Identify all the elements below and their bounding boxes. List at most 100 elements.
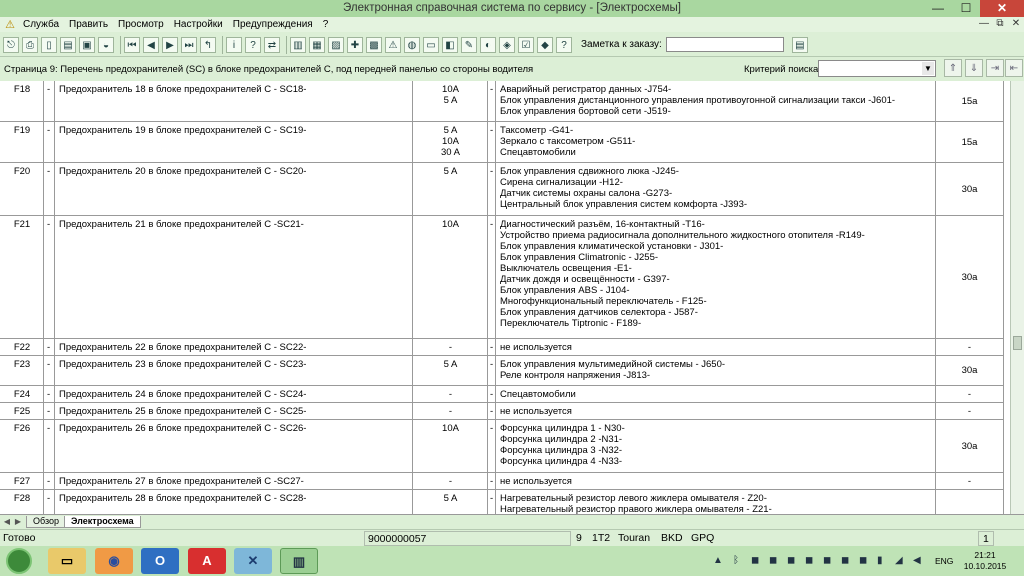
tools-app-icon[interactable]: ✕ <box>234 548 272 574</box>
battery-icon[interactable]: ▮ <box>877 555 883 566</box>
doc-close-button[interactable]: ✕ <box>1008 17 1024 31</box>
previous-page-icon[interactable]: ◀ <box>143 36 159 53</box>
fuse-name: Предохранитель 21 в блоке предохранителе… <box>55 216 413 338</box>
search-down-icon[interactable]: ⇓ <box>965 59 983 77</box>
taskbar: ▭ ◉ O A ✕ ▥ ▲ ᛒ ◼ ◼ ◼ ◼ ◼ ◼ ◼ ▮ ◢ ◀ ENG … <box>0 546 1024 576</box>
fuse-amperage: 5 A <box>413 356 488 385</box>
next-page-icon[interactable]: ▶ <box>162 36 178 53</box>
tray-app-icon[interactable]: ◼ <box>805 555 813 566</box>
doc-restore-button[interactable]: ⧉ <box>992 17 1008 31</box>
menu-view[interactable]: Просмотр <box>113 19 169 30</box>
fuse-amperage-value: 5 A <box>443 493 458 504</box>
diagnostics-icon[interactable]: ◆ <box>537 36 553 53</box>
fuse-id: F24 <box>0 386 44 402</box>
box-icon[interactable]: ▨ <box>328 36 344 53</box>
clipboard-icon[interactable]: ▣ <box>79 36 95 53</box>
warning-icon: ⚠ <box>5 19 15 31</box>
firefox-icon[interactable]: ◉ <box>95 548 133 574</box>
fuse-id: F19 <box>0 122 44 162</box>
cabinet-icon[interactable]: ▭ <box>423 36 439 53</box>
car-icon[interactable]: ◒ <box>98 36 114 53</box>
first-page-icon[interactable]: ⏮ <box>124 36 140 53</box>
maximize-button[interactable]: ☐ <box>952 0 980 17</box>
menu-help[interactable]: ? <box>318 19 334 30</box>
doc-minimize-button[interactable]: — <box>976 17 992 31</box>
menu-settings[interactable]: Настройки <box>169 19 228 30</box>
table-icon[interactable]: ▩ <box>366 36 382 53</box>
grid-icon[interactable]: ▦ <box>309 36 325 53</box>
fuse-consumer: Форсунка цилиндра 3 -N32- <box>500 445 623 456</box>
fuse-id: F27 <box>0 473 44 489</box>
order-note-input[interactable] <box>665 37 784 52</box>
fuse-consumers: не используется <box>496 339 936 355</box>
question-icon[interactable]: ? <box>556 36 572 53</box>
tab-scroll-left-icon[interactable]: ◀ <box>2 516 12 527</box>
table-row: F19- Предохранитель 19 в блоке предохрани… <box>0 122 1004 163</box>
fuse-amperage-value: 5 A <box>443 359 458 370</box>
last-page-icon[interactable]: ⏭ <box>181 36 197 53</box>
fuse-dash: - <box>488 163 496 215</box>
fuse-consumer: Форсунка цилиндра 2 -N31- <box>500 434 623 445</box>
acrobat-icon[interactable]: A <box>188 548 226 574</box>
tray-app-icon[interactable]: ◼ <box>823 555 831 566</box>
tray-app-icon[interactable]: ◼ <box>841 555 849 566</box>
fuse-rating: - <box>936 386 1004 402</box>
tray-app-icon[interactable]: ◼ <box>751 555 759 566</box>
service-icon[interactable]: ◈ <box>499 36 515 53</box>
book-icon[interactable]: ▥ <box>290 36 306 53</box>
status-model: Touran <box>618 532 651 544</box>
back-icon[interactable]: ↰ <box>200 36 216 53</box>
exit-icon[interactable]: ⎋ <box>3 36 19 53</box>
info-icon[interactable]: i <box>226 36 242 53</box>
fuse-consumers: Форсунка цилиндра 1 - N30- Форсунка цилин… <box>496 420 936 472</box>
scrollbar-thumb[interactable] <box>1013 336 1022 350</box>
tab-wiring-diagram[interactable]: Электросхема <box>64 516 141 528</box>
minimize-button[interactable]: — <box>924 0 952 17</box>
tray-app-icon[interactable]: ◼ <box>769 555 777 566</box>
help-icon[interactable]: ? <box>245 36 261 53</box>
search-prev-icon[interactable]: ⇤ <box>1005 59 1023 77</box>
fuse-consumer: Форсунка цилиндра 4 -N33- <box>500 456 623 467</box>
vehicle-icon[interactable]: ◐ <box>480 36 496 53</box>
fuse-name: Предохранитель 28 в блоке предохранителе… <box>55 490 413 514</box>
bluetooth-icon[interactable]: ᛒ <box>733 555 739 566</box>
tray-app-icon[interactable]: ◼ <box>859 555 867 566</box>
search-criteria-select[interactable]: ▼ <box>818 60 936 77</box>
note-options-icon[interactable]: ▤ <box>791 36 808 53</box>
wrench-icon[interactable]: ✎ <box>461 36 477 53</box>
network-icon[interactable]: ◢ <box>895 555 903 566</box>
search-up-icon[interactable]: ⇑ <box>944 59 962 77</box>
tray-arrow-icon[interactable]: ▲ <box>713 555 723 566</box>
checklist-icon[interactable]: ☑ <box>518 36 534 53</box>
search-next-icon[interactable]: ⇥ <box>986 59 1004 77</box>
service-app-icon[interactable]: ▥ <box>280 548 318 574</box>
alert-icon[interactable]: ⚠ <box>385 36 401 53</box>
volume-icon[interactable]: ◀ <box>913 555 921 566</box>
explorer-icon[interactable]: ▭ <box>48 548 86 574</box>
menu-edit[interactable]: Править <box>64 19 113 30</box>
start-button-icon[interactable] <box>6 548 32 574</box>
menu-service[interactable]: Служба <box>18 19 64 30</box>
menu-warnings[interactable]: Предупреждения <box>228 19 318 30</box>
engine-icon[interactable]: ◧ <box>442 36 458 53</box>
vertical-scrollbar[interactable] <box>1010 81 1024 514</box>
fuse-name: Предохранитель 27 в блоке предохранителе… <box>55 473 413 489</box>
document-icon[interactable]: ▤ <box>60 36 76 53</box>
tray-app-icon[interactable]: ◼ <box>787 555 795 566</box>
tab-scroll-right-icon[interactable]: ▶ <box>13 516 23 527</box>
new-document-icon[interactable]: ▯ <box>41 36 57 53</box>
chevron-down-icon[interactable]: ▼ <box>922 62 934 75</box>
outlook-icon[interactable]: O <box>141 548 179 574</box>
fuse-dash: - <box>44 122 55 162</box>
tools-icon[interactable]: ✚ <box>347 36 363 53</box>
toolbar: ⎋ ⎙ ▯ ▤ ▣ ◒ ⏮ ◀ ▶ ⏭ ↰ i ? ⇄ ▥ ▦ ▨ ✚ ▩ ⚠ … <box>0 33 1024 57</box>
clock[interactable]: 21:21 10.10.2015 <box>960 550 1010 572</box>
fuse-consumer: Аварийный регистратор данных -J754- <box>500 84 672 95</box>
close-button[interactable]: ✕ <box>980 0 1024 17</box>
fuse-consumer: не используется <box>500 342 572 353</box>
swap-icon[interactable]: ⇄ <box>264 36 280 53</box>
language-indicator[interactable]: ENG <box>935 556 953 566</box>
globe-icon[interactable]: ◍ <box>404 36 420 53</box>
tab-overview[interactable]: Обзор <box>26 516 66 528</box>
print-icon[interactable]: ⎙ <box>22 36 38 53</box>
